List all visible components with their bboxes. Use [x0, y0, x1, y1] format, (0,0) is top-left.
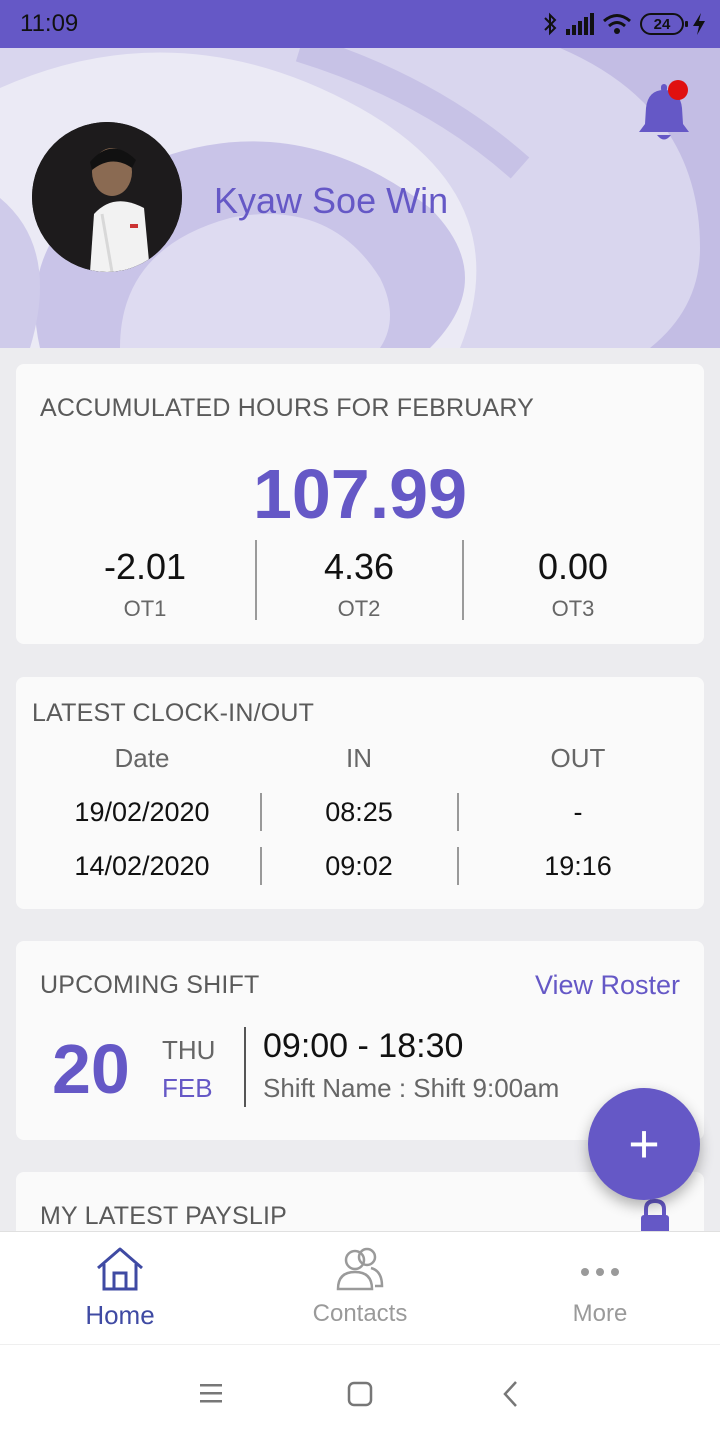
- user-name: Kyaw Soe Win: [214, 180, 449, 221]
- accumulated-hours-card[interactable]: ACCUMULATED HOURS FOR FEBRUARY 107.99 -2…: [16, 364, 704, 644]
- clock-title: LATEST CLOCK-IN/OUT: [32, 699, 315, 727]
- clock-row-1-out: -: [573, 797, 583, 827]
- nav-label-home: Home: [85, 1300, 155, 1330]
- home-square-icon[interactable]: [346, 1380, 374, 1408]
- avatar-photo: [32, 122, 182, 272]
- shift-day: 20: [52, 1030, 130, 1108]
- nav-label-contacts: Contacts: [312, 1300, 408, 1327]
- latest-clock-card[interactable]: LATEST CLOCK-IN/OUT Date IN OUT 19/02/20…: [16, 677, 704, 909]
- ot1-value: -2.01: [103, 546, 187, 587]
- notification-dot-icon: [668, 80, 688, 100]
- nav-item-home[interactable]: Home: [0, 1232, 240, 1345]
- ot2-column: 4.36 OT2: [254, 546, 464, 622]
- ot3-label: OT3: [551, 596, 595, 621]
- clock-row-2-in: 09:02: [325, 851, 393, 881]
- status-bar: 11:09 24: [0, 0, 720, 48]
- divider: [457, 847, 459, 885]
- divider: [260, 847, 262, 885]
- shift-time: 09:00 - 18:30: [263, 1027, 464, 1065]
- clock-row-1-in: 08:25: [325, 797, 393, 827]
- divider: [462, 540, 464, 620]
- hours-title: ACCUMULATED HOURS FOR FEBRUARY: [40, 394, 535, 422]
- back-icon[interactable]: [500, 1379, 522, 1409]
- more-icon: [581, 1268, 619, 1276]
- column-header-in: IN: [346, 743, 372, 773]
- charging-icon: [693, 13, 705, 35]
- system-navigation-bar: [0, 1344, 720, 1440]
- bell-icon: [639, 80, 689, 140]
- shift-title: UPCOMING SHIFT: [40, 971, 260, 999]
- battery-indicator: 24: [640, 13, 688, 35]
- bottom-navigation: Home Contacts More: [0, 1231, 720, 1344]
- ot3-value: 0.00: [537, 546, 609, 587]
- nav-item-contacts[interactable]: Contacts: [240, 1232, 480, 1345]
- divider: [457, 793, 459, 831]
- column-header-out: OUT: [550, 743, 606, 773]
- bluetooth-icon: [544, 12, 557, 36]
- payslip-title: MY LATEST PAYSLIP: [40, 1202, 288, 1230]
- shift-month: FEB: [162, 1073, 213, 1103]
- hours-total: 107.99: [252, 455, 468, 533]
- ot1-label: OT1: [123, 596, 167, 621]
- notification-button[interactable]: [636, 78, 692, 144]
- avatar[interactable]: [32, 122, 182, 272]
- contacts-icon: [336, 1247, 384, 1291]
- status-time: 11:09: [20, 10, 79, 37]
- add-button[interactable]: +: [588, 1088, 700, 1200]
- home-icon: [97, 1247, 143, 1291]
- ot3-column: 0.00 OT3: [468, 546, 678, 622]
- ot1-column: -2.01 OT1: [40, 546, 250, 622]
- column-header-date: Date: [114, 743, 170, 773]
- status-icons: 24: [542, 10, 706, 38]
- divider: [244, 1027, 246, 1107]
- wifi-icon: [603, 14, 631, 34]
- shift-weekday: THU: [162, 1035, 216, 1065]
- nav-label-more: More: [572, 1300, 628, 1327]
- ot2-label: OT2: [337, 596, 381, 621]
- signal-icon: [566, 13, 594, 35]
- clock-row-2-date: 14/02/2020: [74, 851, 210, 881]
- clock-row-2-out: 19:16: [544, 851, 612, 881]
- profile-header: Kyaw Soe Win: [0, 48, 720, 348]
- menu-icon[interactable]: [198, 1381, 224, 1405]
- nav-item-more[interactable]: More: [480, 1232, 720, 1345]
- view-roster-link[interactable]: View Roster: [535, 970, 680, 1001]
- clock-row-1-date: 19/02/2020: [74, 797, 210, 827]
- divider: [260, 793, 262, 831]
- ot2-value: 4.36: [323, 546, 395, 587]
- shift-name: Shift Name : Shift 9:00am: [263, 1073, 560, 1103]
